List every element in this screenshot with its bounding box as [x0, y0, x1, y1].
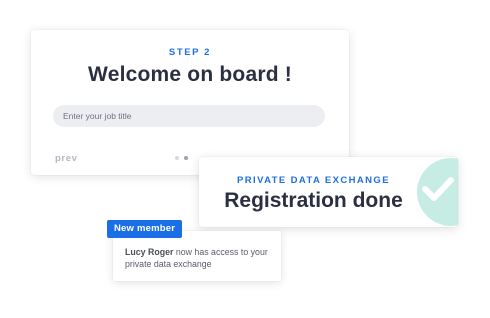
private-data-exchange-label: PRIVATE DATA EXCHANGE [237, 175, 390, 186]
registration-done-card: PRIVATE DATA EXCHANGE Registration done [199, 157, 458, 227]
step-label: STEP 2 [168, 47, 212, 58]
stage: STEP 2 Welcome on board ! prev PRIVATE D… [0, 0, 490, 318]
welcome-title: Welcome on board ! [88, 63, 292, 86]
onboarding-step-card: STEP 2 Welcome on board ! prev [31, 30, 349, 175]
registration-done-title: Registration done [224, 189, 403, 212]
member-name: Lucy Roger [125, 247, 174, 257]
notification-text: Lucy Roger now has access to your privat… [125, 246, 275, 270]
prev-button[interactable]: prev [55, 153, 77, 164]
job-title-input[interactable] [53, 105, 325, 127]
pager-dot-1[interactable] [175, 156, 179, 160]
pager-dot-2[interactable] [184, 156, 188, 160]
new-member-notification: Lucy Roger now has access to your privat… [113, 231, 281, 281]
new-member-badge: New member [107, 220, 183, 238]
pager-dots [175, 156, 188, 160]
